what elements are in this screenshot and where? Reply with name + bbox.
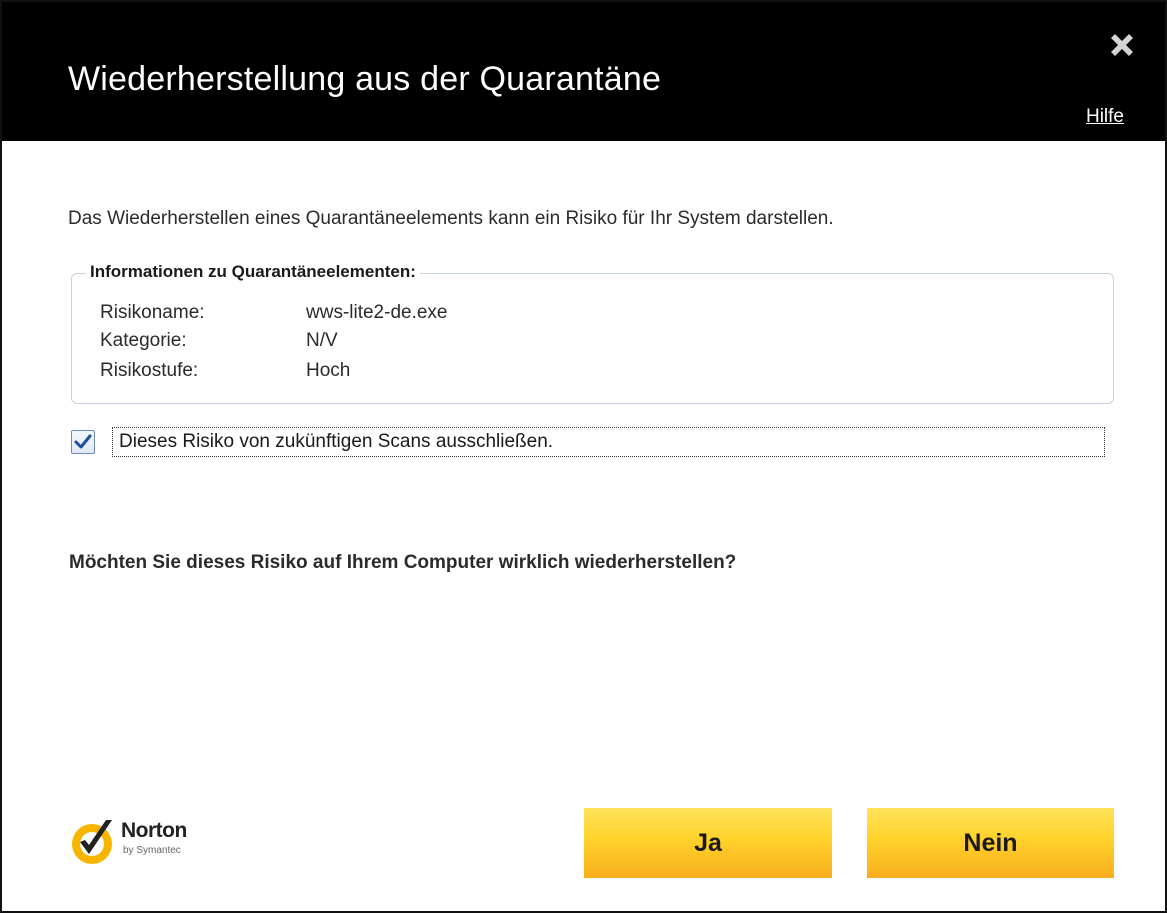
info-value: Hoch: [306, 360, 351, 381]
close-icon: [1111, 34, 1133, 56]
quarantine-info-box: Informationen zu Quarantäneelementen: Ri…: [71, 262, 1114, 404]
info-box-legend: Informationen zu Quarantäneelementen:: [86, 262, 420, 282]
dialog-title: Wiederherstellung aus der Quarantäne: [68, 60, 662, 98]
exclude-checkbox-label[interactable]: Dieses Risiko von zukünftigen Scans auss…: [112, 427, 1105, 457]
exclude-checkbox[interactable]: [71, 430, 95, 454]
norton-checkmark-icon: [72, 820, 112, 864]
info-value: N/V: [306, 330, 338, 351]
logo-tagline: by Symantec: [123, 845, 181, 856]
yes-button[interactable]: Ja: [584, 808, 832, 878]
close-button[interactable]: [1107, 30, 1137, 60]
restore-dialog: Wiederherstellung aus der Quarantäne Hil…: [0, 0, 1167, 913]
exclude-option: Dieses Risiko von zukünftigen Scans auss…: [71, 427, 1105, 459]
info-label: Risikoname:: [100, 302, 205, 323]
no-button[interactable]: Nein: [867, 808, 1114, 878]
checkmark-icon: [74, 434, 92, 449]
info-label: Risikostufe:: [100, 360, 199, 381]
info-label: Kategorie:: [100, 330, 187, 351]
norton-logo: Norton by Symantec: [68, 814, 218, 870]
title-bar: Wiederherstellung aus der Quarantäne Hil…: [2, 2, 1165, 141]
logo-wordmark: Norton: [121, 819, 187, 842]
confirm-question: Möchten Sie dieses Risiko auf Ihrem Comp…: [69, 552, 737, 573]
warning-text: Das Wiederherstellen eines Quarantäneele…: [68, 208, 834, 229]
info-value: wws-lite2-de.exe: [306, 302, 448, 323]
help-link[interactable]: Hilfe: [1086, 106, 1124, 128]
